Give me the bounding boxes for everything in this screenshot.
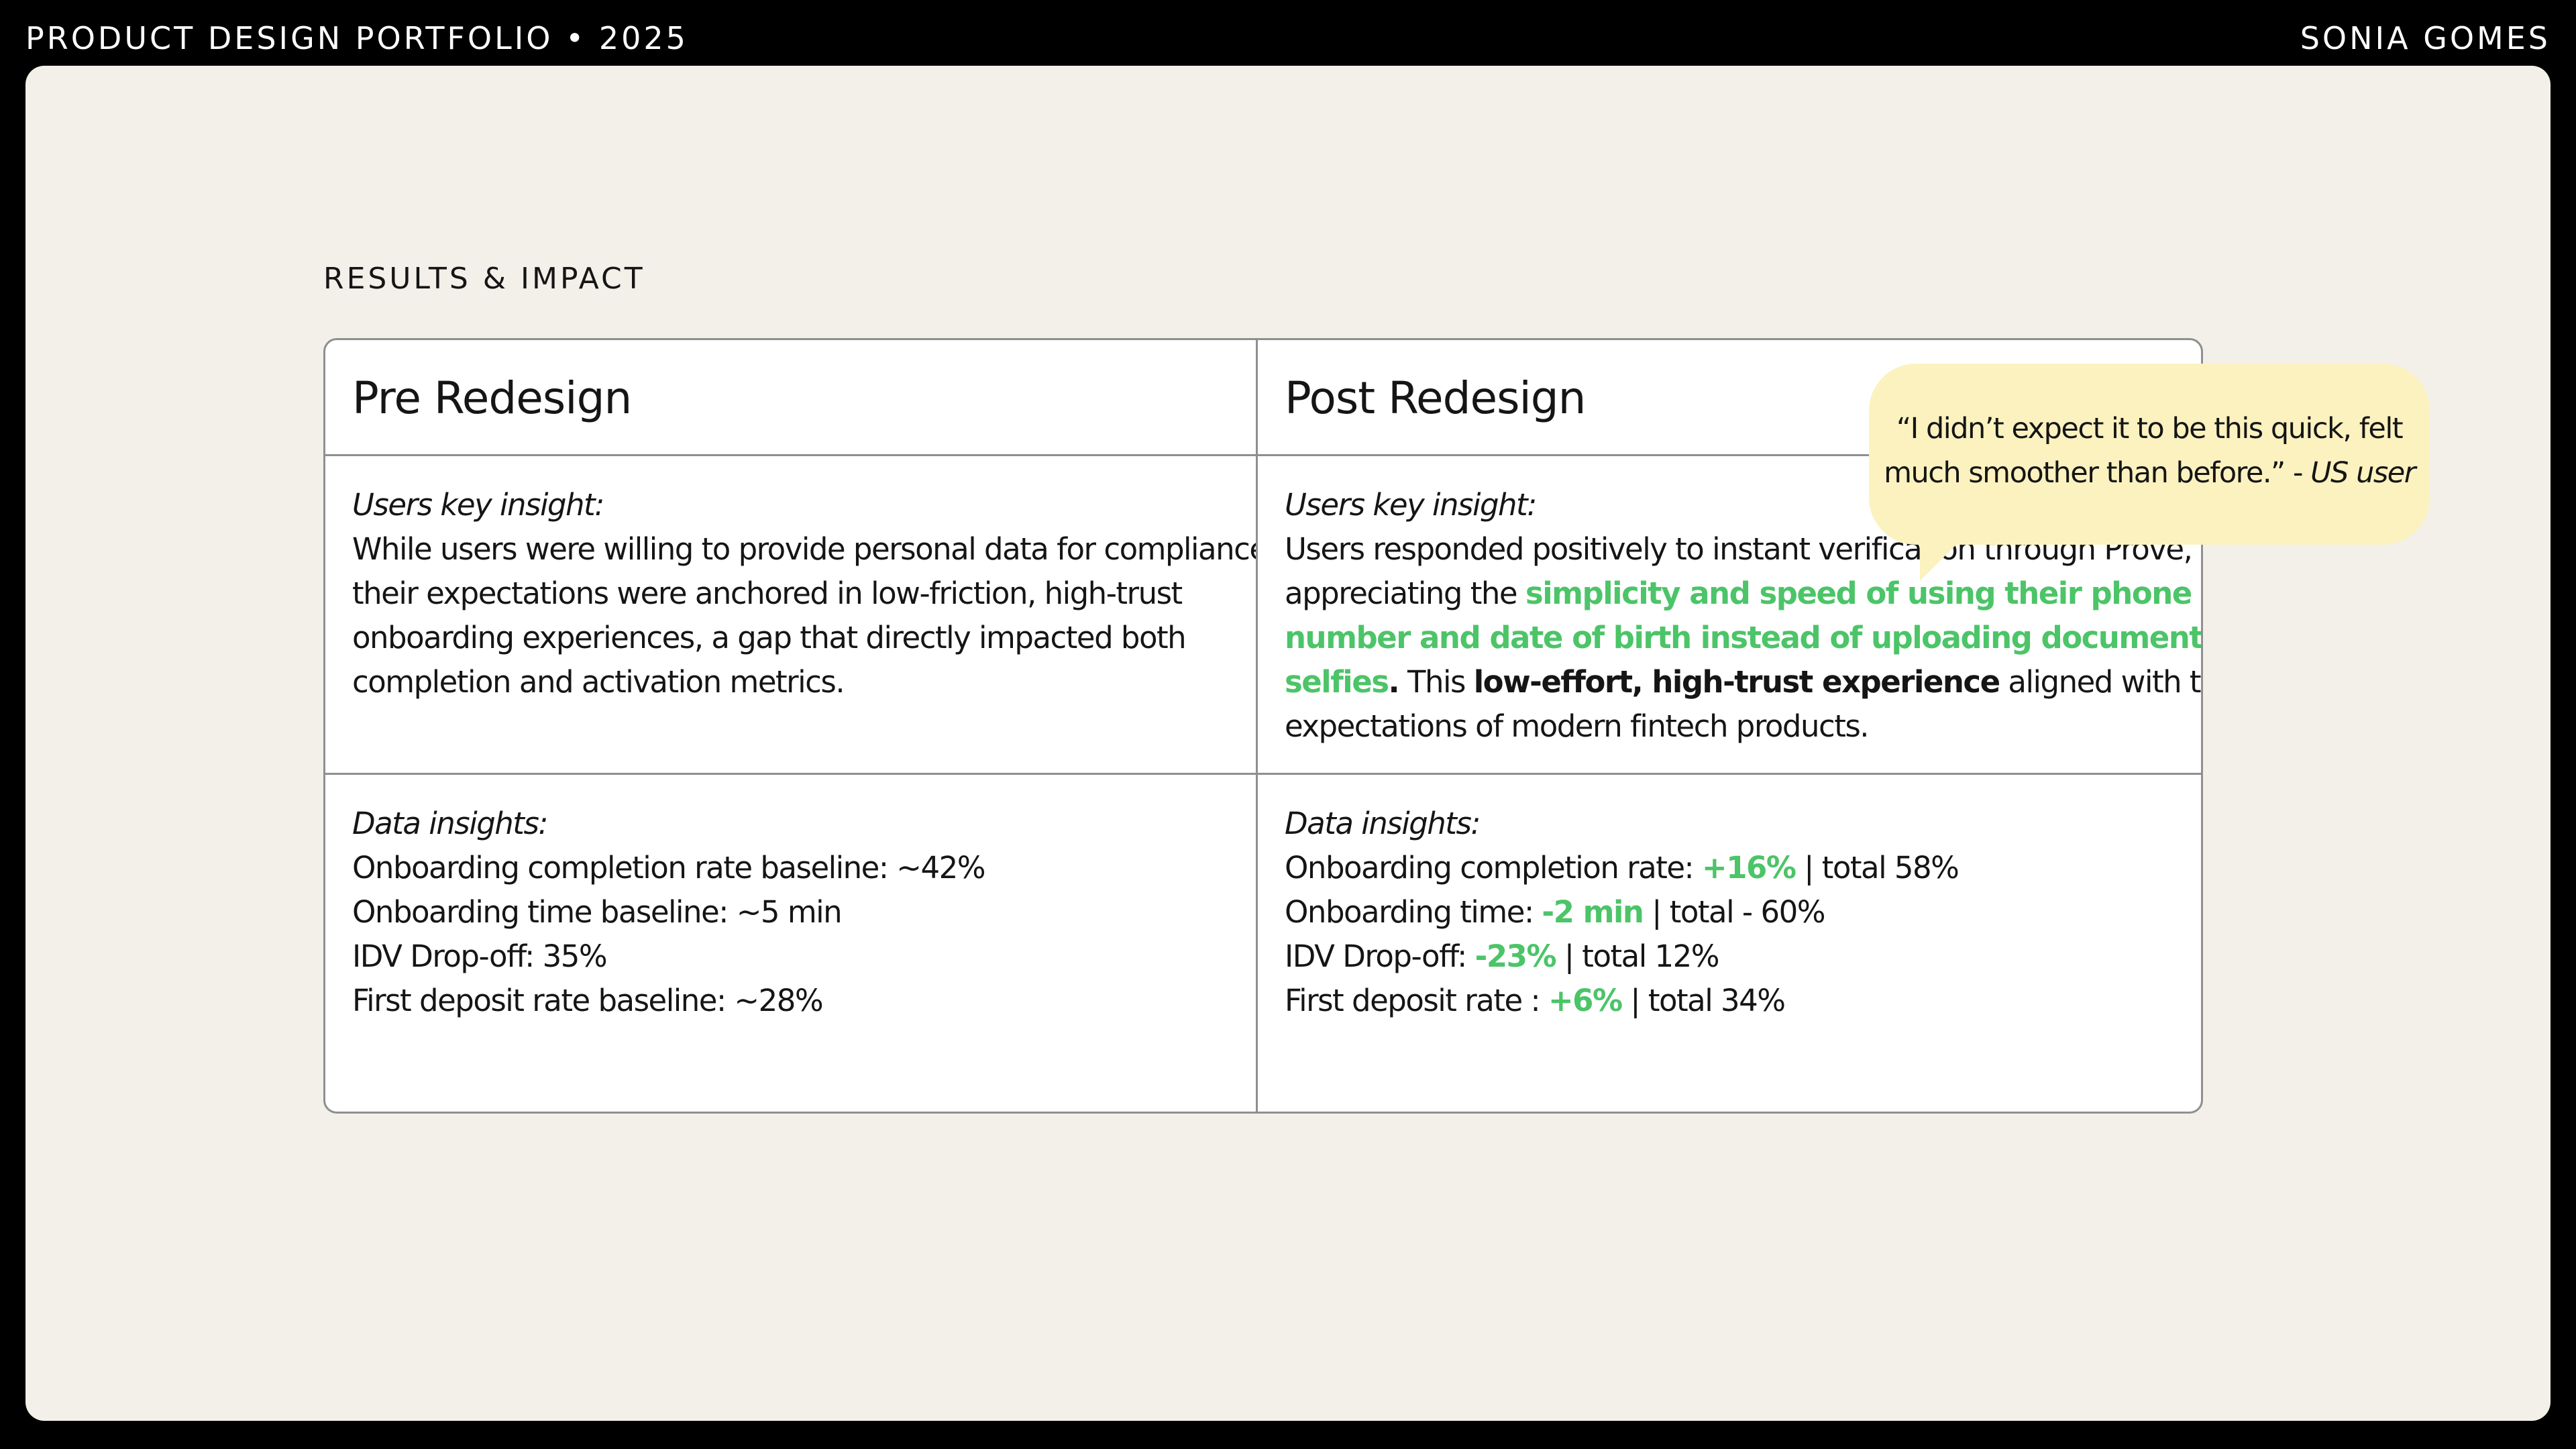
- top-bar: PRODUCT DESIGN PORTFOLIO • 2025 SONIA GO…: [0, 0, 2576, 66]
- pre-heading-cell: Pre Redesign: [325, 340, 1258, 456]
- highlight-text: number and date of birth instead of uplo…: [1285, 620, 2201, 655]
- post-metric-line: First deposit rate : +6% | total 34%: [1285, 979, 2174, 1023]
- pre-data-line: IDV Drop-off: 35%: [352, 938, 608, 974]
- pre-data-line: First deposit rate baseline: ~28%: [352, 983, 824, 1018]
- post-data-cell: Data insights: Onboarding completion rat…: [1258, 775, 2201, 1112]
- metric-label: Onboarding time:: [1285, 894, 1542, 930]
- pre-data: Data insights: Onboarding completion rat…: [352, 775, 1229, 1023]
- metric-label: IDV Drop-off:: [1285, 938, 1475, 974]
- pre-data-label: Data insights:: [352, 806, 549, 841]
- quote-text: much smoother than before.” -: [1884, 456, 2311, 490]
- highlight-text: selfies: [1285, 664, 1389, 700]
- insight-text: .: [1388, 664, 1400, 700]
- insight-text: appreciating the: [1285, 576, 1525, 611]
- bold-text: low-effort, high-trust experience: [1473, 664, 2000, 700]
- insight-text: aligned with their: [2008, 664, 2201, 700]
- pre-data-cell: Data insights: Onboarding completion rat…: [325, 775, 1258, 1112]
- metric-total: | total - 60%: [1643, 894, 1825, 930]
- post-metric-line: IDV Drop-off: -23% | total 12%: [1285, 934, 2174, 979]
- pre-insight-line: completion and activation metrics.: [352, 664, 845, 700]
- post-data-label: Data insights:: [1285, 806, 1481, 841]
- pre-insight-label: Users key insight:: [352, 487, 604, 523]
- pre-data-line: Onboarding time baseline: ~5 min: [352, 894, 843, 930]
- pre-heading: Pre Redesign: [352, 372, 632, 424]
- quote-bubble-tail: [1920, 541, 1960, 581]
- metric-delta: -23%: [1474, 938, 1557, 974]
- pre-insight-line: onboarding experiences, a gap that direc…: [352, 620, 1187, 655]
- pre-insight-line: While users were willing to provide pers…: [352, 531, 1258, 567]
- post-data: Data insights: Onboarding completion rat…: [1285, 775, 2174, 1023]
- post-insight-line: selfies. This low-effort, high-trust exp…: [1285, 660, 2201, 704]
- section-title: RESULTS & IMPACT: [323, 262, 645, 296]
- metric-delta: +6%: [1548, 983, 1623, 1018]
- metric-delta: +16%: [1702, 850, 1796, 885]
- metric-delta: -2 min: [1542, 894, 1644, 930]
- quote-line: “I didn’t expect it to be this quick, fe…: [1896, 412, 2404, 445]
- metric-total: | total 12%: [1556, 938, 1720, 974]
- metric-label: Onboarding completion rate:: [1285, 850, 1703, 885]
- pre-insight-line: their expectations were anchored in low-…: [352, 576, 1183, 611]
- pre-data-line: Onboarding completion rate baseline: ~42…: [352, 850, 986, 885]
- post-insight-line: expectations of modern fintech products.: [1285, 708, 1870, 744]
- pre-insight: Users key insight: While users were will…: [352, 456, 1258, 704]
- quote-line: much smoother than before.” - US user: [1869, 451, 2430, 495]
- post-metric-line: Onboarding completion rate: +16% | total…: [1285, 846, 2174, 890]
- post-metric-line: Onboarding time: -2 min | total - 60%: [1285, 890, 2174, 934]
- metric-total: | total 34%: [1621, 983, 1786, 1018]
- highlight-text: simplicity and speed of using their phon…: [1525, 576, 2192, 611]
- quote-attribution: US user: [2310, 456, 2416, 490]
- quote-bubble: “I didn’t expect it to be this quick, fe…: [1869, 364, 2430, 545]
- insight-text: This: [1399, 664, 1474, 700]
- post-insight-line: appreciating the simplicity and speed of…: [1285, 572, 2192, 616]
- portfolio-label: PRODUCT DESIGN PORTFOLIO • 2025: [25, 20, 688, 56]
- metric-total: | total 58%: [1795, 850, 1960, 885]
- metric-label: First deposit rate :: [1285, 983, 1548, 1018]
- pre-insight-cell: Users key insight: While users were will…: [325, 456, 1258, 775]
- author-name: SONIA GOMES: [2300, 20, 2551, 56]
